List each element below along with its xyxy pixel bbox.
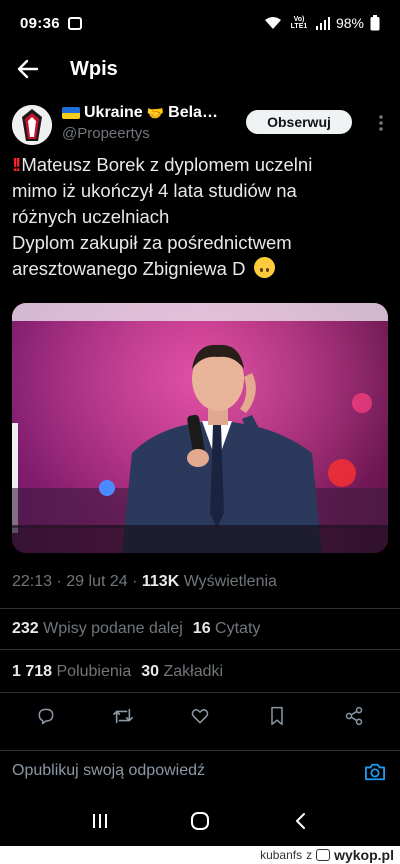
- author-display-name: Ukraine 🤝 Bela…: [62, 104, 232, 122]
- tweet-line-5: aresztowanego Zbigniewa D: [12, 256, 388, 282]
- top-header: Wpis: [0, 46, 400, 92]
- tweet-line-5-text: aresztowanego Zbigniewa D: [12, 258, 246, 279]
- author-handle: @Propeertys: [62, 125, 150, 142]
- reply-button[interactable]: [26, 696, 66, 736]
- share-button[interactable]: [334, 696, 374, 736]
- divider-2: [0, 649, 400, 650]
- back-button[interactable]: [0, 46, 56, 92]
- camera-button[interactable]: [364, 762, 390, 786]
- handshake-icon: 🤝: [146, 104, 165, 121]
- like-icon: [191, 709, 209, 724]
- wykop-logo-icon: [316, 849, 331, 861]
- tweet-time: 22:13: [12, 573, 53, 590]
- repost-stats[interactable]: 232 Wpisy podane dalej 16 Cytaty: [12, 620, 260, 638]
- watermark-user: kubanfs: [260, 848, 303, 862]
- tweet-actions: [0, 695, 400, 737]
- tweet-line-1: !! Mateusz Borek z dyplomem uczelni: [12, 152, 388, 178]
- repost-icon: [113, 708, 134, 724]
- status-right: Vo) LTE1 98%: [264, 15, 380, 31]
- tweet-line-3: różnych uczelniach: [12, 206, 170, 227]
- like-stats[interactable]: 1 718 Polubienia 30 Zakładki: [12, 663, 223, 681]
- more-options-button[interactable]: [370, 112, 392, 134]
- wifi-icon: [264, 17, 281, 29]
- repost-button[interactable]: [103, 696, 143, 736]
- tweet-media-image[interactable]: [12, 303, 388, 553]
- recent-apps-button[interactable]: [80, 801, 120, 841]
- likes-count: 1 718: [12, 663, 53, 680]
- page-title: Wpis: [70, 57, 118, 80]
- avatar-image: [12, 105, 52, 145]
- watermark-brand: wykop.pl: [334, 847, 394, 863]
- tweet-line-2: mimo iż ukończył 4 lata studiów na: [12, 180, 297, 201]
- reply-composer: Opublikuj swoją odpowiedź: [0, 750, 400, 796]
- status-time: 09:36: [20, 14, 60, 32]
- notification-app-icon: [67, 16, 82, 30]
- tweet-line-4: Dyplom zakupił za pośrednictwem: [12, 232, 292, 253]
- reposts-label: Wpisy podane dalej: [43, 620, 183, 637]
- watermark: kubanfs z wykop.pl: [0, 846, 400, 864]
- home-button[interactable]: [180, 801, 220, 841]
- more-icon: [379, 115, 383, 131]
- back-arrow-icon: [17, 59, 39, 79]
- quotes-count: 16: [192, 620, 211, 637]
- tweet-line-1-text: Mateusz Borek z dyplomem uczelni: [21, 154, 313, 175]
- lte-label: Vo) LTE1: [290, 16, 308, 30]
- recent-apps-icon: [93, 814, 107, 828]
- views-count: 113K: [141, 573, 180, 590]
- double-exclamation-icon: !!: [12, 154, 21, 175]
- reply-input[interactable]: Opublikuj swoją odpowiedź: [12, 762, 205, 780]
- chevron-left-icon: [296, 813, 305, 829]
- share-icon: [345, 706, 362, 726]
- photo-man-with-microphone: [12, 303, 388, 553]
- ukraine-flag-icon: [62, 107, 80, 119]
- bookmarks-label: Zakładki: [163, 663, 224, 680]
- system-nav-bar: [0, 796, 400, 846]
- follow-button[interactable]: Obserwuj: [246, 110, 352, 134]
- likes-label: Polubienia: [56, 663, 132, 680]
- bookmarks-count: 30: [141, 663, 160, 680]
- camera-icon: [364, 763, 385, 781]
- reply-icon: [38, 708, 54, 725]
- battery-icon: [370, 15, 380, 31]
- system-back-button[interactable]: [280, 801, 320, 841]
- author-names[interactable]: Ukraine 🤝 Bela… @Propeertys: [62, 104, 232, 142]
- divider-1: [0, 608, 400, 609]
- battery-percent: 98%: [335, 15, 364, 31]
- home-icon: [191, 812, 209, 830]
- divider-3: [0, 692, 400, 693]
- tweet-author: Ukraine 🤝 Bela… @Propeertys Obserwuj: [0, 98, 400, 150]
- bookmark-button[interactable]: [257, 696, 297, 736]
- watermark-conj: z: [306, 848, 313, 862]
- bookmark-icon: [271, 706, 283, 726]
- like-button[interactable]: [180, 696, 220, 736]
- tweet-text: !! Mateusz Borek z dyplomem uczelni mimo …: [12, 152, 388, 282]
- tweet-meta: 22:13 · 29 lut 24 · 113K Wyświetlenia: [12, 573, 277, 590]
- tweet-date: 29 lut 24: [66, 573, 128, 590]
- signal-icon: [315, 16, 330, 30]
- status-bar: 09:36 Vo) LTE1 98%: [0, 0, 400, 46]
- avatar[interactable]: [12, 105, 52, 145]
- quotes-label: Cytaty: [215, 620, 261, 637]
- views-label: Wyświetlenia: [183, 573, 277, 590]
- author-name-part2: Bela…: [168, 104, 218, 121]
- reposts-count: 232: [12, 620, 39, 637]
- author-name-part1: Ukraine: [84, 104, 143, 121]
- upside-down-face-icon: [253, 257, 275, 278]
